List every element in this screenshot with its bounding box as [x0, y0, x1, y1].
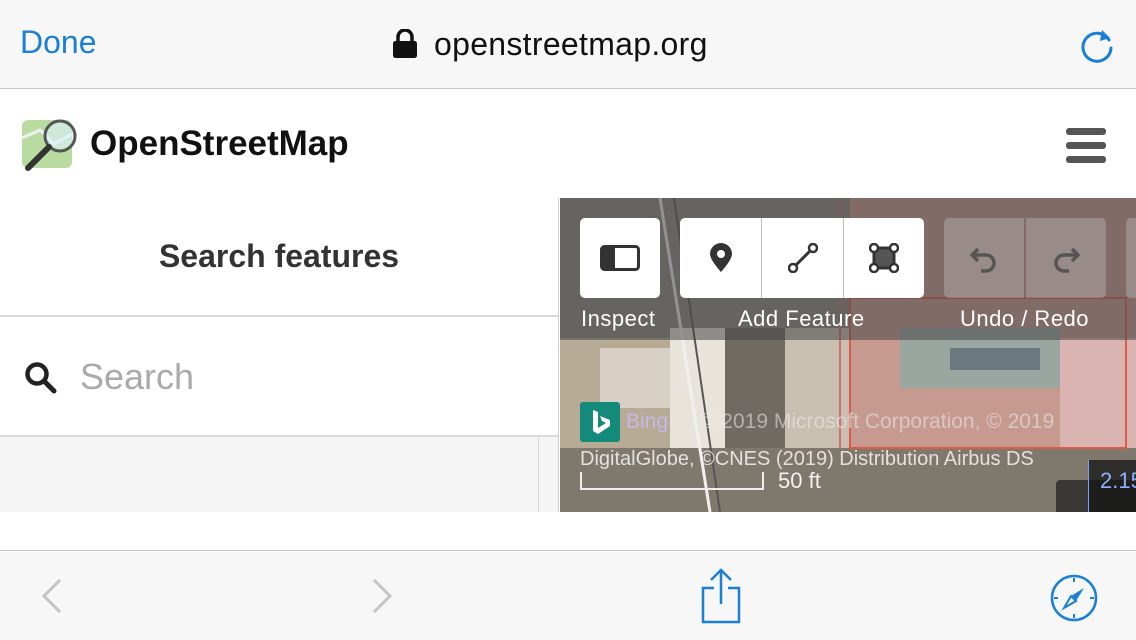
scale-bar[interactable] — [580, 472, 764, 490]
attribution-line-1: © 2019 Microsoft Corporation, © 2019 — [700, 410, 1055, 433]
hamburger-menu-icon[interactable] — [1066, 128, 1106, 164]
button-divider — [843, 218, 844, 298]
page-bottom-spacer — [0, 512, 1136, 551]
compass-icon[interactable] — [1050, 574, 1098, 622]
site-title[interactable]: OpenStreetMap — [90, 124, 349, 164]
add-point-button[interactable] — [680, 218, 761, 298]
inspect-button[interactable] — [580, 218, 660, 298]
bing-link[interactable]: Bing — [626, 410, 668, 434]
map-view[interactable]: Inspect Add Feature Undo / Redo Bing © 2… — [560, 198, 1136, 512]
area-icon — [869, 243, 899, 273]
undo-redo-label: Undo / Redo — [960, 306, 1090, 331]
forward-chevron-icon[interactable] — [366, 576, 396, 616]
osm-logo-icon[interactable] — [20, 114, 80, 174]
search-input[interactable] — [80, 351, 540, 403]
share-icon[interactable] — [700, 566, 742, 624]
lock-icon — [393, 29, 417, 58]
back-chevron-icon[interactable] — [38, 576, 68, 616]
reload-icon[interactable] — [1078, 26, 1116, 64]
address-bar[interactable]: openstreetmap.org — [392, 22, 708, 66]
done-button[interactable]: Done — [20, 24, 97, 61]
inspect-label: Inspect — [581, 306, 656, 331]
bing-logo-icon[interactable] — [580, 402, 620, 442]
inspect-panel-icon — [600, 245, 640, 271]
divider — [538, 437, 539, 512]
search-row — [0, 317, 558, 437]
search-icon — [25, 362, 57, 394]
sidebar: Search features — [0, 198, 559, 512]
point-icon — [709, 243, 732, 272]
menu-bar — [1066, 128, 1106, 135]
toolbar-overflow-button[interactable] — [1126, 218, 1136, 298]
undo-icon — [970, 247, 996, 273]
add-area-button[interactable] — [844, 218, 924, 298]
browser-bottom-toolbar — [0, 552, 1136, 640]
add-feature-label: Add Feature — [738, 306, 865, 331]
scale-label: 50 ft — [778, 468, 821, 493]
menu-bar — [1066, 156, 1106, 163]
undo-button[interactable] — [944, 218, 1024, 298]
button-divider — [761, 218, 762, 298]
line-icon — [787, 243, 818, 273]
redo-button[interactable] — [1026, 218, 1106, 298]
browser-top-bar: Done openstreetmap.org — [0, 0, 1136, 89]
add-line-button[interactable] — [762, 218, 843, 298]
osm-header: OpenStreetMap — [0, 90, 1136, 198]
feature-list-area — [0, 437, 558, 512]
coordinate-readout: 2.15 — [1100, 468, 1136, 493]
redo-icon — [1054, 247, 1080, 273]
url-text: openstreetmap.org — [434, 25, 708, 62]
menu-bar — [1066, 142, 1106, 149]
sidebar-title: Search features — [0, 198, 558, 317]
